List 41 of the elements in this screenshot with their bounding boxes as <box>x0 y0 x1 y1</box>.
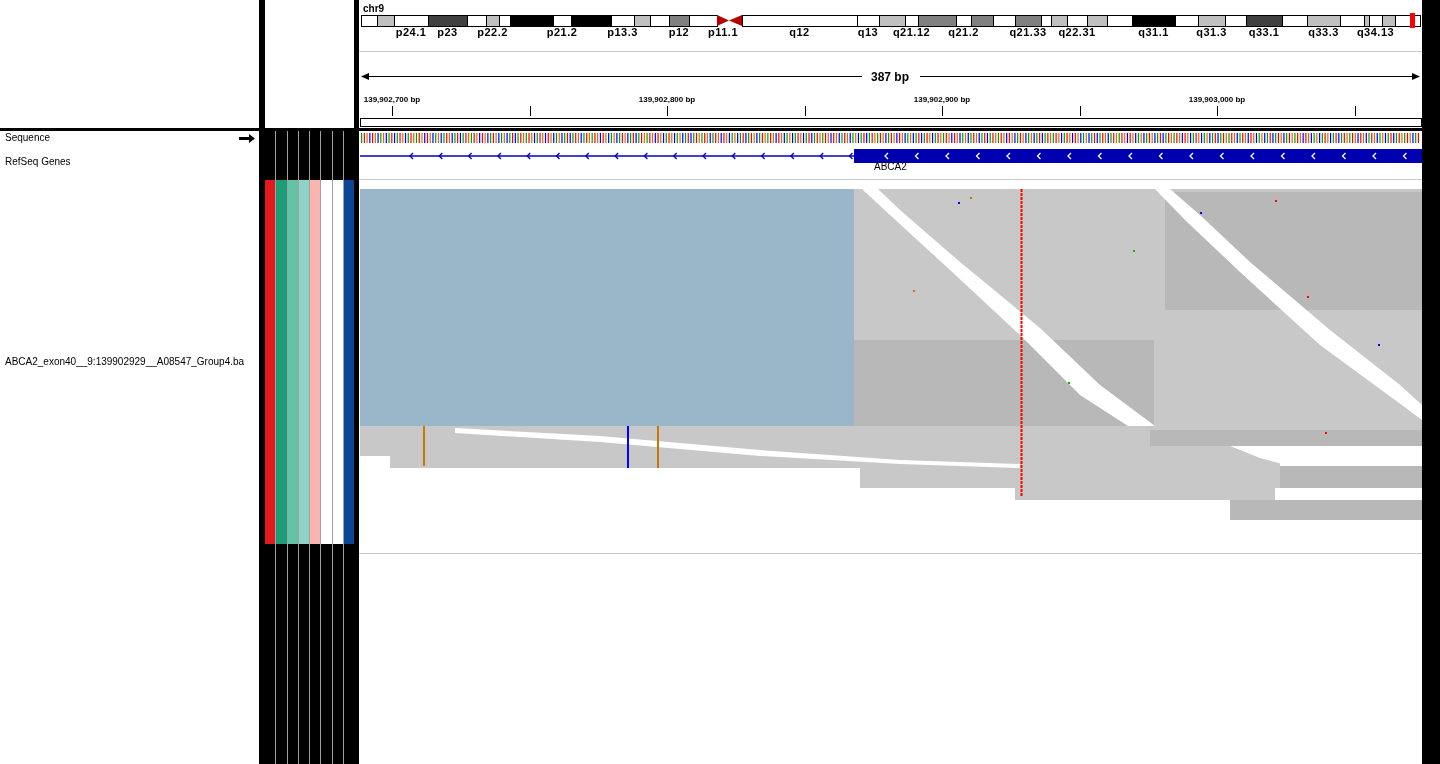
band-label: q33.1 <box>1248 26 1280 38</box>
band-label: p13.3 <box>607 26 638 38</box>
band-label: q33.3 <box>1308 26 1339 38</box>
band-label: q22.31 <box>1058 26 1096 38</box>
attribute-cell[interactable] <box>332 180 343 544</box>
chromosome-name: chr9 <box>363 3 385 14</box>
band-label: q13 <box>857 26 879 38</box>
ruler-label: 139,902,700 bp <box>363 95 421 104</box>
strand-arrow-icon[interactable] <box>239 133 255 143</box>
track-name[interactable]: RefSeq Genes <box>5 156 71 168</box>
track-name[interactable]: Sequence <box>5 132 51 144</box>
gene-feature-drawing[interactable] <box>359 149 1422 163</box>
band-label: p12 <box>668 26 690 38</box>
band-label: q31.1 <box>1138 26 1169 38</box>
attribute-cell[interactable] <box>276 180 287 544</box>
gene-label: ABCA2 <box>874 161 907 172</box>
band-label: q31.3 <box>1196 26 1227 38</box>
band-label: q21.2 <box>948 26 979 38</box>
attribute-cell[interactable] <box>287 180 298 544</box>
span-label: 387 bp <box>871 70 909 84</box>
band-label: q34.13 <box>1356 26 1395 38</box>
ruler-label: 139,902,800 bp <box>638 95 696 104</box>
attribute-cell[interactable] <box>321 180 332 544</box>
attribute-cell[interactable] <box>310 180 321 544</box>
chromosome-ideogram-drawing[interactable] <box>361 15 1421 27</box>
band-label: p22.2 <box>477 26 508 38</box>
attribute-cell[interactable] <box>298 180 309 544</box>
band-label: p24.1 <box>395 26 427 38</box>
band-label: q21.33 <box>1009 26 1047 38</box>
current-region-marker <box>1410 13 1415 28</box>
track-name[interactable]: ABCA2_exon40__9:139902929__A08547_Group4.ba <box>5 356 245 368</box>
read-pileup-drawing[interactable] <box>360 188 1422 520</box>
band-label: p21.2 <box>546 26 578 38</box>
band-label: p11.1 <box>708 26 738 38</box>
attribute-cell[interactable] <box>343 180 354 544</box>
band-label: p23 <box>437 26 458 38</box>
ruler-label: 139,902,900 bp <box>913 95 971 104</box>
ruler-label: 139,903,000 bp <box>1188 95 1246 104</box>
band-label: q21.12 <box>892 26 931 38</box>
band-label: q12 <box>789 26 810 38</box>
attribute-cell[interactable] <box>265 180 276 544</box>
